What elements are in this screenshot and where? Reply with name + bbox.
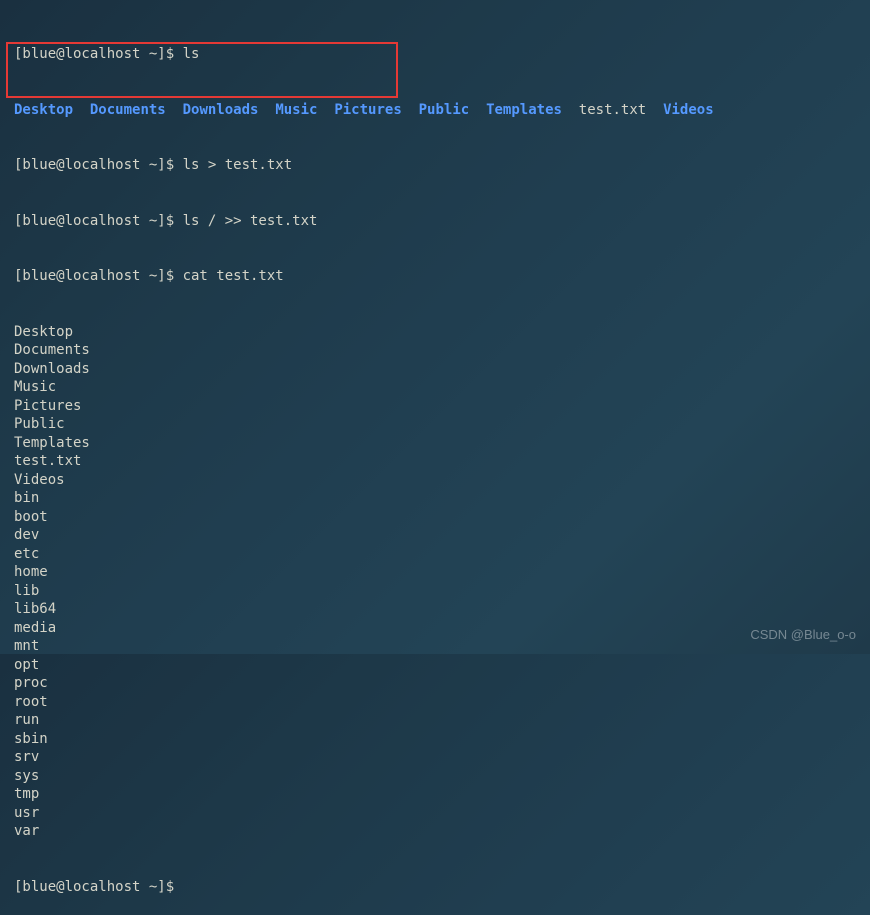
- cat-output-item: sbin: [14, 730, 856, 749]
- watermark-text: CSDN @Blue_o-o: [750, 626, 856, 645]
- command-line-ls-append: [blue@localhost ~]$ ls / >> test.txt: [14, 212, 856, 231]
- cat-output-item: mnt: [14, 637, 856, 656]
- command-line-ls: [blue@localhost ~]$ ls: [14, 45, 856, 64]
- cat-output-item: bin: [14, 489, 856, 508]
- cat-output-item: media: [14, 619, 856, 638]
- command-line-cat: [blue@localhost ~]$ cat test.txt: [14, 267, 856, 286]
- cat-output-item: Templates: [14, 434, 856, 453]
- ls-item: Documents: [90, 102, 166, 118]
- command-text: ls: [183, 46, 200, 62]
- cat-output-item: Public: [14, 415, 856, 434]
- cat-output-item: lib: [14, 582, 856, 601]
- cat-output-item: sys: [14, 767, 856, 786]
- cat-output-item: Documents: [14, 341, 856, 360]
- cat-output-item: srv: [14, 748, 856, 767]
- command-line-ls-redirect: [blue@localhost ~]$ ls > test.txt: [14, 156, 856, 175]
- cat-output-item: tmp: [14, 785, 856, 804]
- terminal-output[interactable]: [blue@localhost ~]$ ls Desktop Documents…: [0, 0, 870, 915]
- cat-output-item: var: [14, 822, 856, 841]
- ls-item: Pictures: [334, 102, 401, 118]
- ls-output-row: Desktop Documents Downloads Music Pictur…: [14, 101, 856, 120]
- ls-item: test.txt: [579, 102, 646, 118]
- cat-output-item: Downloads: [14, 360, 856, 379]
- shell-prompt: [blue@localhost ~]$: [14, 46, 183, 62]
- shell-prompt: [blue@localhost ~]$: [14, 879, 183, 895]
- cat-output-item: dev: [14, 526, 856, 545]
- cat-output-item: boot: [14, 508, 856, 527]
- shell-prompt: [blue@localhost ~]$: [14, 157, 183, 173]
- cat-output-item: home: [14, 563, 856, 582]
- cat-output-item: root: [14, 693, 856, 712]
- shell-prompt: [blue@localhost ~]$: [14, 268, 183, 284]
- cat-output-item: Desktop: [14, 323, 856, 342]
- command-text: ls > test.txt: [183, 157, 293, 173]
- ls-item: Videos: [663, 102, 714, 118]
- command-line-empty: [blue@localhost ~]$: [14, 878, 856, 897]
- cat-output-item: proc: [14, 674, 856, 693]
- ls-item: Desktop: [14, 102, 73, 118]
- command-text: cat test.txt: [183, 268, 284, 284]
- cat-output-item: opt: [14, 656, 856, 675]
- cat-output-item: Music: [14, 378, 856, 397]
- ls-item: Templates: [486, 102, 562, 118]
- ls-item: Downloads: [183, 102, 259, 118]
- ls-item: Music: [275, 102, 317, 118]
- cat-output-item: lib64: [14, 600, 856, 619]
- command-text: ls / >> test.txt: [183, 213, 318, 229]
- cat-output-item: usr: [14, 804, 856, 823]
- shell-prompt: [blue@localhost ~]$: [14, 213, 183, 229]
- ls-item: Public: [419, 102, 470, 118]
- cat-output-item: run: [14, 711, 856, 730]
- cat-output-item: test.txt: [14, 452, 856, 471]
- cat-output-item: etc: [14, 545, 856, 564]
- cat-output-item: Pictures: [14, 397, 856, 416]
- cat-output-list: DesktopDocumentsDownloadsMusicPicturesPu…: [14, 323, 856, 841]
- cat-output-item: Videos: [14, 471, 856, 490]
